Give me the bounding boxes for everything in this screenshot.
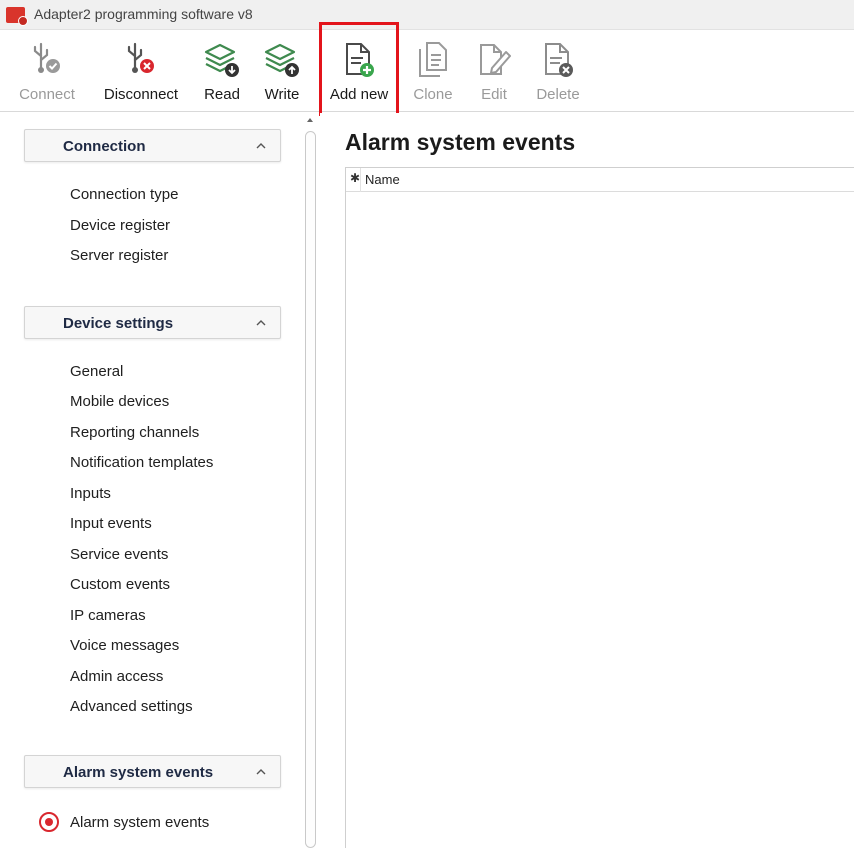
sidebar-item-device-register[interactable]: Device register bbox=[70, 217, 170, 234]
usb-disconnect-icon bbox=[127, 42, 154, 73]
title-bar: Adapter2 programming software v8 bbox=[0, 0, 854, 30]
section-title: Alarm system events bbox=[63, 764, 214, 781]
section-header-connection[interactable]: Connection bbox=[24, 129, 281, 162]
window-title: Adapter2 programming software v8 bbox=[34, 6, 253, 22]
read-button[interactable]: Read bbox=[195, 30, 249, 110]
disconnect-button[interactable]: Disconnect bbox=[96, 30, 186, 110]
edit-button[interactable]: Edit bbox=[468, 30, 520, 110]
layers-download-icon bbox=[204, 43, 239, 77]
new-row-marker-icon: ✱ bbox=[350, 171, 361, 185]
sidebar-item-server-register[interactable]: Server register bbox=[70, 247, 168, 264]
sidebar-item-admin-access[interactable]: Admin access bbox=[70, 668, 163, 685]
scroll-thumb[interactable] bbox=[305, 131, 316, 848]
selected-radio-icon bbox=[39, 812, 59, 832]
document-add-icon bbox=[346, 43, 374, 77]
write-button[interactable]: Write bbox=[255, 30, 309, 110]
clone-label: Clone bbox=[413, 86, 453, 103]
grid-header: ✱ Name bbox=[346, 168, 854, 192]
column-divider bbox=[360, 168, 361, 192]
chevron-up-icon bbox=[256, 143, 266, 149]
main-content: Alarm system events ✱ Name bbox=[320, 113, 854, 848]
sidebar-item-voice-messages[interactable]: Voice messages bbox=[70, 637, 179, 654]
sidebar-item-general[interactable]: General bbox=[70, 363, 123, 380]
sidebar-item-alarm-system-events[interactable]: Alarm system events bbox=[70, 814, 209, 831]
section-title: Connection bbox=[63, 138, 146, 155]
scroll-up-arrow-icon[interactable] bbox=[305, 115, 315, 125]
sidebar-scrollbar[interactable] bbox=[303, 113, 317, 848]
usb-check-icon bbox=[33, 42, 60, 73]
clone-button[interactable]: Clone bbox=[406, 30, 460, 110]
document-copy-icon bbox=[419, 42, 447, 77]
write-label: Write bbox=[264, 86, 300, 103]
disconnect-label: Disconnect bbox=[103, 86, 179, 103]
toolbar: Connect Disconnect Read Write Add new Cl… bbox=[0, 30, 854, 112]
section-header-alarm-system-events[interactable]: Alarm system events bbox=[24, 755, 281, 788]
sidebar-item-input-events[interactable]: Input events bbox=[70, 515, 152, 532]
sidebar-item-advanced-settings[interactable]: Advanced settings bbox=[70, 698, 193, 715]
section-title: Device settings bbox=[63, 315, 174, 332]
events-grid[interactable]: ✱ Name bbox=[345, 167, 854, 848]
layers-upload-icon bbox=[264, 43, 299, 77]
sidebar-item-custom-events[interactable]: Custom events bbox=[70, 576, 170, 593]
add-new-label: Add new bbox=[329, 86, 389, 103]
sidebar-item-ip-cameras[interactable]: IP cameras bbox=[70, 607, 146, 624]
read-label: Read bbox=[204, 86, 240, 103]
sidebar-item-connection-type[interactable]: Connection type bbox=[70, 186, 178, 203]
sidebar-item-notification-templates[interactable]: Notification templates bbox=[70, 454, 213, 471]
document-delete-icon bbox=[545, 43, 573, 77]
edit-label: Edit bbox=[481, 86, 507, 103]
section-header-device-settings[interactable]: Device settings bbox=[24, 306, 281, 339]
document-edit-icon bbox=[480, 44, 511, 75]
sidebar-item-reporting-channels[interactable]: Reporting channels bbox=[70, 424, 199, 441]
connect-button[interactable]: Connect bbox=[12, 30, 82, 110]
app-logo-icon bbox=[6, 7, 28, 26]
sidebar-item-inputs[interactable]: Inputs bbox=[70, 485, 111, 502]
column-header-name[interactable]: Name bbox=[365, 172, 400, 187]
add-new-button[interactable]: Add new bbox=[321, 30, 397, 110]
sidebar-item-mobile-devices[interactable]: Mobile devices bbox=[70, 393, 169, 410]
connect-label: Connect bbox=[19, 86, 75, 103]
page-title: Alarm system events bbox=[345, 129, 576, 155]
sidebar: Connection Connection type Device regist… bbox=[0, 113, 298, 848]
delete-label: Delete bbox=[536, 86, 580, 103]
sidebar-item-service-events[interactable]: Service events bbox=[70, 546, 168, 563]
chevron-up-icon bbox=[256, 320, 266, 326]
chevron-up-icon bbox=[256, 769, 266, 775]
delete-button[interactable]: Delete bbox=[530, 30, 586, 110]
